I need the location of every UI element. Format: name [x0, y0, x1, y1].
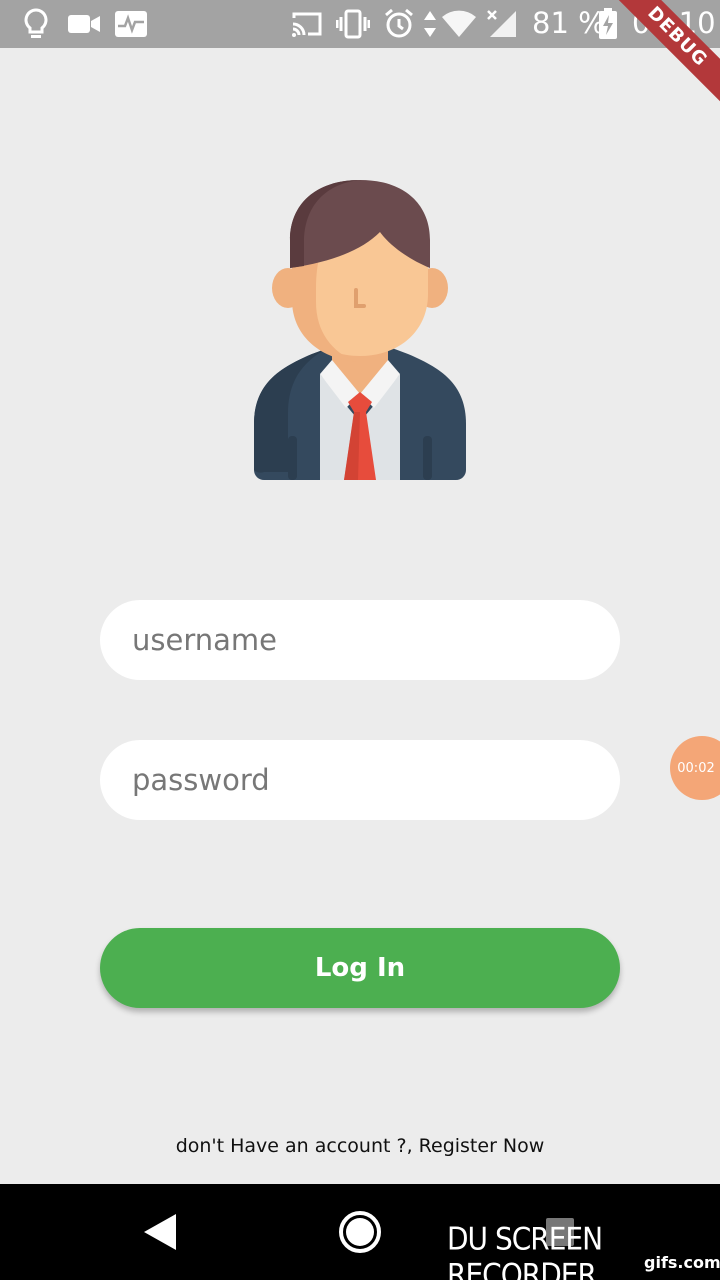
battery-percent: 81 %	[532, 6, 606, 40]
data-arrows-icon	[423, 8, 437, 40]
vibrate-icon	[336, 8, 370, 40]
register-link[interactable]: don't Have an account ?, Register Now	[0, 1135, 720, 1157]
wifi-icon	[441, 8, 477, 40]
back-icon[interactable]	[142, 1212, 178, 1257]
home-icon[interactable]	[338, 1210, 382, 1259]
battery-charging-icon	[598, 8, 618, 40]
login-button[interactable]: Log In	[100, 928, 620, 1008]
alarm-icon	[383, 8, 415, 40]
signal-icon	[486, 8, 518, 40]
businessman-avatar-icon	[250, 178, 470, 482]
status-bar: 81 % 04:10	[0, 0, 720, 48]
password-input[interactable]	[100, 740, 620, 820]
gifs-watermark: gifs.com	[644, 1253, 720, 1272]
activity-icon	[114, 8, 148, 40]
lightbulb-icon	[22, 8, 50, 40]
cast-icon	[290, 8, 324, 40]
username-input[interactable]	[100, 600, 620, 680]
recorder-timer-bubble[interactable]: 00:02	[670, 736, 720, 800]
video-camera-icon	[67, 8, 101, 40]
